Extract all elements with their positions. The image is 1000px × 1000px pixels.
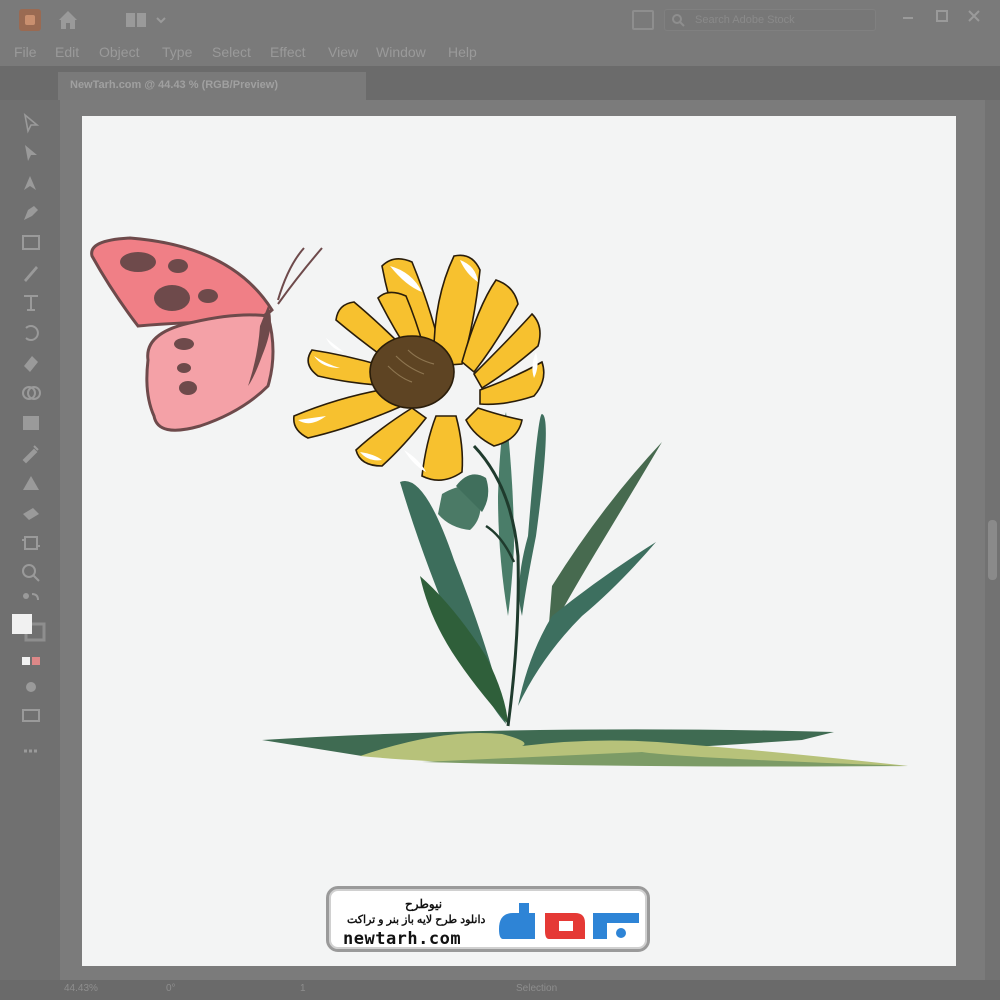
- artwork: [90, 236, 908, 767]
- color-mode-icon[interactable]: [20, 650, 42, 672]
- menu-view[interactable]: View: [328, 44, 358, 60]
- swap-colors-icon[interactable]: [20, 590, 42, 612]
- watermark-tagline: دانلود طرح لایه باز بنر و تراکت: [347, 914, 486, 926]
- zoom-tool-icon[interactable]: [20, 562, 42, 584]
- search-icon: [672, 14, 685, 27]
- home-icon[interactable]: [56, 8, 80, 32]
- screen-mode-icon[interactable]: [20, 704, 42, 726]
- newtarh-watermark: نیوطرح دانلود طرح لایه باز بنر و تراکت n…: [326, 886, 650, 952]
- curvature-tool-icon[interactable]: [20, 202, 42, 224]
- menu-object[interactable]: Object: [99, 44, 139, 60]
- fill-stroke-swatch-icon[interactable]: [10, 612, 50, 644]
- artboard-number[interactable]: 1: [300, 983, 306, 994]
- zoom-level[interactable]: 44.43%: [64, 983, 98, 994]
- gradient-tool-icon[interactable]: [20, 412, 42, 434]
- watermark-url: newtarh.com: [343, 929, 462, 949]
- selection-tool-icon[interactable]: [20, 112, 42, 134]
- rotate-tool-icon[interactable]: [20, 322, 42, 344]
- artboard-tool-icon[interactable]: [20, 532, 42, 554]
- menu-select[interactable]: Select: [212, 44, 251, 60]
- document-tab-bar: NewTarh.com @ 44.43 % (RGB/Preview): [0, 66, 1000, 100]
- menu-help[interactable]: Help: [448, 44, 477, 60]
- menu-effect[interactable]: Effect: [270, 44, 306, 60]
- close-icon[interactable]: [964, 6, 984, 26]
- shape-builder-tool-icon[interactable]: [20, 382, 42, 404]
- maximize-icon[interactable]: [932, 6, 952, 26]
- menu-bar: File Edit Object Type Select Effect View…: [0, 40, 1000, 66]
- arrange-documents-icon[interactable]: [632, 10, 654, 30]
- newtarh-logo-icon: [499, 903, 639, 939]
- artboard[interactable]: [82, 116, 956, 966]
- document-tab[interactable]: NewTarh.com @ 44.43 % (RGB/Preview): [58, 72, 366, 100]
- blend-tool-icon[interactable]: [20, 472, 42, 494]
- status-bar: 44.43% 0° 1 Selection: [0, 980, 1000, 1000]
- illustrator-logo-icon: [19, 9, 41, 31]
- eraser-tool-icon[interactable]: [20, 352, 42, 374]
- rectangle-tool-icon[interactable]: [20, 232, 42, 254]
- minimize-icon[interactable]: [898, 6, 918, 26]
- current-tool: Selection: [516, 983, 558, 994]
- menu-file[interactable]: File: [14, 44, 37, 60]
- tools-panel: [0, 100, 60, 980]
- menu-edit[interactable]: Edit: [55, 44, 79, 60]
- type-tool-icon[interactable]: [20, 292, 42, 314]
- butterfly: [90, 236, 323, 432]
- menu-type[interactable]: Type: [162, 44, 192, 60]
- search-placeholder: Search Adobe Stock: [695, 14, 795, 26]
- eyedropper-tool-icon[interactable]: [20, 442, 42, 464]
- rotation-angle[interactable]: 0°: [166, 983, 176, 994]
- grass-ground: [262, 729, 908, 767]
- draw-mode-icon[interactable]: [20, 676, 42, 698]
- watermark-brand: نیوطرح: [405, 897, 443, 911]
- menu-window[interactable]: Window: [376, 44, 426, 60]
- vertical-scrollbar[interactable]: [985, 100, 1000, 980]
- direct-selection-tool-icon[interactable]: [20, 142, 42, 164]
- edit-toolbar-icon[interactable]: [20, 740, 42, 762]
- document-tab-label: NewTarh.com @ 44.43 % (RGB/Preview): [70, 79, 278, 91]
- scrollbar-thumb[interactable]: [988, 520, 997, 580]
- app-bar: Search Adobe Stock: [0, 0, 1000, 40]
- search-field[interactable]: Search Adobe Stock: [664, 9, 876, 31]
- workspace-switcher-icon[interactable]: [124, 10, 170, 30]
- paintbrush-tool-icon[interactable]: [20, 262, 42, 284]
- flower-center: [369, 335, 455, 409]
- pen-tool-icon[interactable]: [20, 172, 42, 194]
- symbol-sprayer-tool-icon[interactable]: [20, 502, 42, 524]
